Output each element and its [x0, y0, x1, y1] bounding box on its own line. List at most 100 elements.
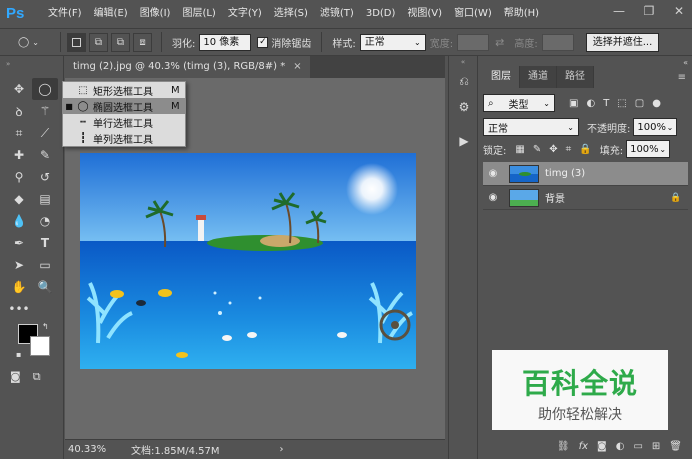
- visibility-eye-icon[interactable]: ◉: [483, 192, 503, 203]
- actions-play-icon[interactable]: ▶: [449, 130, 479, 152]
- eyedropper-tool-icon[interactable]: ⟋: [32, 122, 58, 144]
- collapse-arrows-icon[interactable]: «: [449, 58, 477, 66]
- magic-wand-tool-icon[interactable]: ⚚: [32, 100, 58, 122]
- tool-preset-picker[interactable]: ◯ ⌄: [18, 37, 54, 48]
- lock-position-icon[interactable]: ✥: [549, 144, 557, 155]
- more-tools-icon[interactable]: •••: [6, 298, 32, 320]
- adjustment-layer-icon[interactable]: ◐: [616, 441, 625, 452]
- flyout-item-ellipse-marquee[interactable]: ■ ◯ 椭圆选框工具 M: [63, 98, 185, 114]
- subtract-selection-button[interactable]: ⧉: [111, 32, 130, 52]
- new-layer-icon[interactable]: ⊞: [652, 441, 660, 452]
- tab-channels[interactable]: 通道: [520, 66, 557, 88]
- filter-kind-select[interactable]: ⌕ 类型 ⌄: [483, 94, 555, 112]
- menu-3d[interactable]: 3D(D): [360, 0, 402, 28]
- flyout-item-single-row-marquee[interactable]: ┅ 单行选框工具: [63, 114, 185, 130]
- swap-colors-icon[interactable]: ↰: [42, 322, 49, 331]
- select-and-mask-button[interactable]: 选择并遮住...: [585, 32, 660, 52]
- filter-type-icon[interactable]: T: [603, 98, 609, 109]
- panel-menu-icon[interactable]: ≡: [678, 72, 686, 83]
- visibility-eye-icon[interactable]: ◉: [483, 168, 503, 179]
- lock-image-icon[interactable]: ✎: [533, 144, 541, 155]
- blend-mode-select[interactable]: 正常 ⌄: [483, 118, 579, 136]
- menu-layer[interactable]: 图层(L): [176, 0, 221, 28]
- menu-edit[interactable]: 编辑(E): [88, 0, 134, 28]
- antialias-checkbox[interactable]: ✓: [257, 36, 269, 48]
- background-color-swatch[interactable]: [30, 336, 50, 356]
- link-layers-icon[interactable]: ⛓: [557, 441, 570, 452]
- clone-stamp-tool-icon[interactable]: ⚲: [6, 166, 32, 188]
- screen-mode-icon[interactable]: ⧉: [33, 370, 41, 384]
- fill-input[interactable]: 100% ⌄: [626, 140, 671, 158]
- delete-layer-icon[interactable]: 🗑: [669, 441, 682, 452]
- menu-select[interactable]: 选择(S): [268, 0, 314, 28]
- add-selection-button[interactable]: ⧉: [89, 32, 108, 52]
- quick-mask-icon[interactable]: ◙: [10, 370, 21, 384]
- properties-panel-icon[interactable]: ⚙: [449, 96, 479, 118]
- new-group-icon[interactable]: ▭: [633, 441, 642, 452]
- divider: [60, 32, 61, 52]
- style-select[interactable]: 正常 ⌄: [359, 33, 426, 51]
- layer-name: timg (3): [545, 168, 586, 179]
- add-mask-icon[interactable]: ◙: [597, 441, 607, 452]
- menu-view[interactable]: 视图(V): [401, 0, 448, 28]
- default-colors-icon[interactable]: ▪: [16, 350, 21, 359]
- collapse-arrows-icon[interactable]: «: [683, 58, 688, 67]
- layer-effects-icon[interactable]: fx: [579, 441, 588, 452]
- collapse-arrows-icon[interactable]: »: [6, 60, 10, 68]
- filter-smart-object-icon[interactable]: ▢: [635, 98, 644, 109]
- intersect-selection-button[interactable]: ⧈: [133, 32, 152, 52]
- history-panel-icon[interactable]: ⎌: [449, 70, 479, 92]
- flyout-item-rect-marquee[interactable]: ⬚ 矩形选框工具 M: [63, 82, 185, 98]
- move-tool-icon[interactable]: ✥: [6, 78, 32, 100]
- eraser-tool-icon[interactable]: ◆: [6, 188, 32, 210]
- lock-transparency-icon[interactable]: ▦: [515, 144, 524, 155]
- rectangle-tool-icon[interactable]: ▭: [32, 254, 58, 276]
- single-row-marquee-icon: ┅: [79, 116, 87, 128]
- filter-toggle-icon[interactable]: ●: [652, 98, 661, 109]
- flyout-item-single-column-marquee[interactable]: ┇ 单列选框工具: [63, 130, 185, 146]
- lock-all-icon[interactable]: 🔒: [579, 144, 591, 155]
- layer-row-timg3[interactable]: ◉ timg (3): [483, 162, 688, 186]
- hand-tool-icon[interactable]: ✋: [6, 276, 32, 298]
- opacity-input[interactable]: 100% ⌄: [633, 118, 678, 136]
- zoom-level[interactable]: 40.33%: [65, 444, 106, 455]
- menu-type[interactable]: 文字(Y): [222, 0, 268, 28]
- blur-tool-icon[interactable]: 💧: [6, 210, 32, 232]
- document-image[interactable]: [80, 153, 416, 369]
- dodge-tool-icon[interactable]: ◔: [32, 210, 58, 232]
- menu-help[interactable]: 帮助(H): [498, 0, 545, 28]
- chevron-right-icon[interactable]: ›: [280, 444, 284, 455]
- lasso-tool-icon[interactable]: ꝺ: [6, 100, 32, 122]
- gradient-tool-icon[interactable]: ▤: [32, 188, 58, 210]
- menu-filter[interactable]: 滤镜(T): [314, 0, 360, 28]
- type-tool-icon[interactable]: T: [32, 232, 58, 254]
- pen-tool-icon[interactable]: ✒: [6, 232, 32, 254]
- crop-tool-icon[interactable]: ⌗: [6, 122, 32, 144]
- menu-bar: Ps 文件(F) 编辑(E) 图像(I) 图层(L) 文字(Y) 选择(S) 滤…: [0, 0, 692, 28]
- healing-brush-tool-icon[interactable]: ✚: [6, 144, 32, 166]
- filter-adjustment-icon[interactable]: ◐: [586, 98, 595, 109]
- menu-image[interactable]: 图像(I): [134, 0, 177, 28]
- ellipse-marquee-tool-icon[interactable]: ◯: [32, 78, 58, 100]
- history-brush-tool-icon[interactable]: ↺: [32, 166, 58, 188]
- menu-file[interactable]: 文件(F): [42, 0, 88, 28]
- menu-window[interactable]: 窗口(W): [448, 0, 498, 28]
- feather-input[interactable]: 10 像素: [199, 33, 252, 51]
- layer-thumbnail-image: [510, 189, 538, 206]
- path-selection-tool-icon[interactable]: ➤: [6, 254, 32, 276]
- restore-icon[interactable]: ❐: [640, 4, 658, 18]
- tab-paths[interactable]: 路径: [557, 66, 594, 88]
- new-selection-button[interactable]: [67, 32, 86, 52]
- document-tab[interactable]: timg (2).jpg @ 40.3% (timg (3), RGB/8#) …: [65, 56, 310, 78]
- filter-pixel-icon[interactable]: ▣: [569, 98, 578, 109]
- zoom-tool-icon[interactable]: 🔍: [32, 276, 58, 298]
- close-icon[interactable]: ✕: [670, 4, 688, 18]
- tab-layers[interactable]: 图层: [483, 66, 520, 88]
- layer-row-background[interactable]: ◉ 背景 🔒: [483, 186, 688, 210]
- minimize-icon[interactable]: —: [610, 4, 628, 18]
- lock-artboard-icon[interactable]: ⌗: [566, 144, 572, 155]
- brush-tool-icon[interactable]: ✎: [32, 144, 58, 166]
- filter-shape-icon[interactable]: ⬚: [617, 98, 626, 109]
- close-document-icon[interactable]: ×: [293, 56, 301, 78]
- blend-mode-value: 正常: [488, 123, 508, 135]
